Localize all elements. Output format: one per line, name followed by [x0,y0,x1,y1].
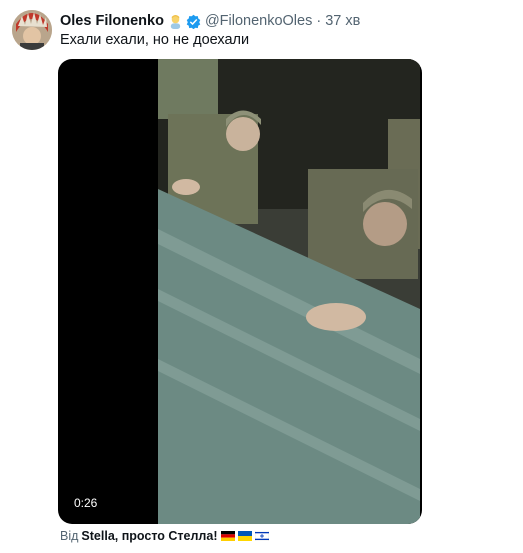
tweet-text: Ехали ехали, но не доехали [60,32,250,48]
tweet-header: Oles Filonenko @FilonenkoOles · 37 хв [60,11,360,31]
source-prefix: Від [60,529,79,543]
ukraine-flag-icon [237,531,252,541]
video-player[interactable]: 0:26 [58,59,422,524]
display-name[interactable]: Oles Filonenko [60,13,164,29]
video-source[interactable]: Від Stella, просто Стелла! [60,529,269,543]
tweet-timestamp[interactable]: 37 хв [325,13,360,29]
video-thumbnail [158,59,420,524]
separator-dot: · [316,13,322,29]
verified-badge-icon [186,14,201,29]
israel-flag-icon [254,531,269,541]
person-emoji-icon [168,14,183,29]
avatar[interactable] [12,10,52,50]
germany-flag-icon [220,531,235,541]
source-name[interactable]: Stella, просто Стелла! [81,529,217,543]
user-handle[interactable]: @FilonenkoOles [205,13,312,29]
video-duration: 0:26 [70,495,102,511]
tweet-card[interactable]: Oles Filonenko @FilonenkoOles · 37 хв Ех… [0,0,523,553]
